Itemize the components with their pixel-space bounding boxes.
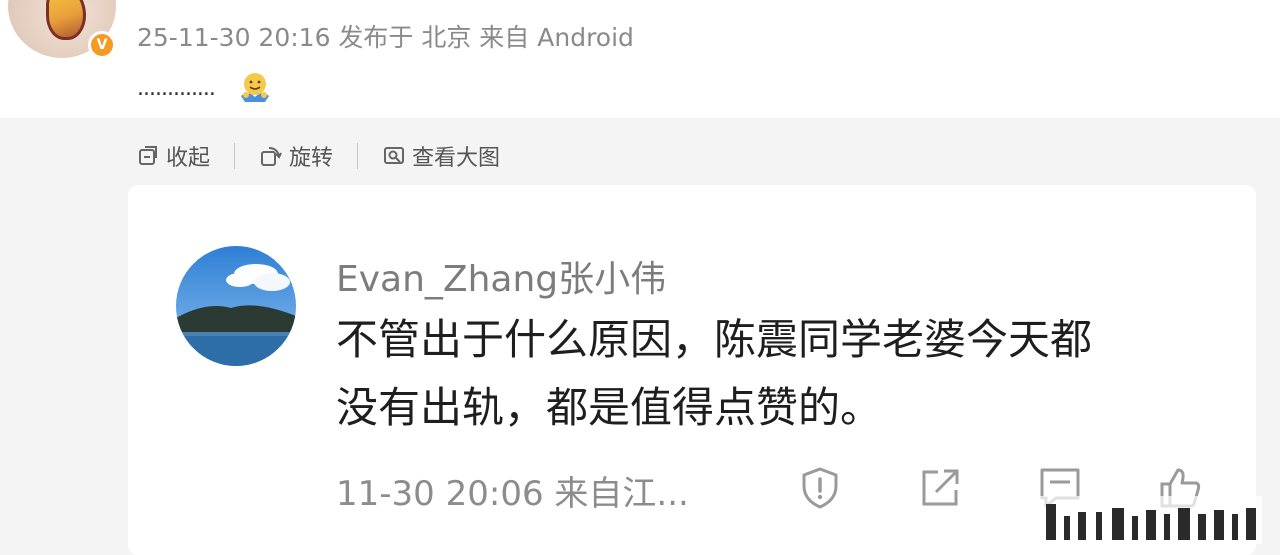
post-text: ............. xyxy=(137,76,216,101)
watermark-graphic xyxy=(1040,496,1262,544)
verified-v-icon: V xyxy=(88,31,116,59)
shield-exclamation-icon[interactable] xyxy=(796,464,844,512)
comment-line: 没有出轨，都是值得点赞的。 xyxy=(336,383,883,432)
external-link-icon[interactable] xyxy=(916,464,964,512)
comment-line: 不管出于什么原因，陈震同学老婆今天都 xyxy=(336,315,1093,364)
collapse-button[interactable]: 收起 xyxy=(136,140,210,172)
commenter-username[interactable]: Evan_Zhang张小伟 xyxy=(336,250,666,302)
hug-emoji-icon xyxy=(241,73,269,102)
media-toolbar: 收起 旋转 查看大图 xyxy=(136,140,500,172)
post-meta: 25-11-30 20:16 发布于 北京 来自 Android xyxy=(137,23,634,52)
view-large-icon xyxy=(384,147,405,164)
view-large-button[interactable]: 查看大图 xyxy=(382,140,500,172)
commenter-avatar[interactable] xyxy=(176,246,296,366)
screenshot-root: V 25-11-30 20:16 发布于 北京 来自 Android .....… xyxy=(0,0,1280,555)
avatar-figure xyxy=(46,0,86,40)
toolbar-divider xyxy=(357,143,359,169)
comment-meta: 11-30 20:06 来自江... xyxy=(336,474,689,514)
toolbar-divider xyxy=(234,143,236,169)
comment-body: 不管出于什么原因，陈震同学老婆今天都 没有出轨，都是值得点赞的。 xyxy=(336,306,1216,442)
view-large-label: 查看大图 xyxy=(412,146,501,171)
rotate-icon xyxy=(261,147,282,166)
collapse-label: 收起 xyxy=(166,146,211,171)
collapse-icon xyxy=(139,146,157,165)
rotate-label: 旋转 xyxy=(289,146,334,171)
rotate-button[interactable]: 旋转 xyxy=(259,140,333,172)
